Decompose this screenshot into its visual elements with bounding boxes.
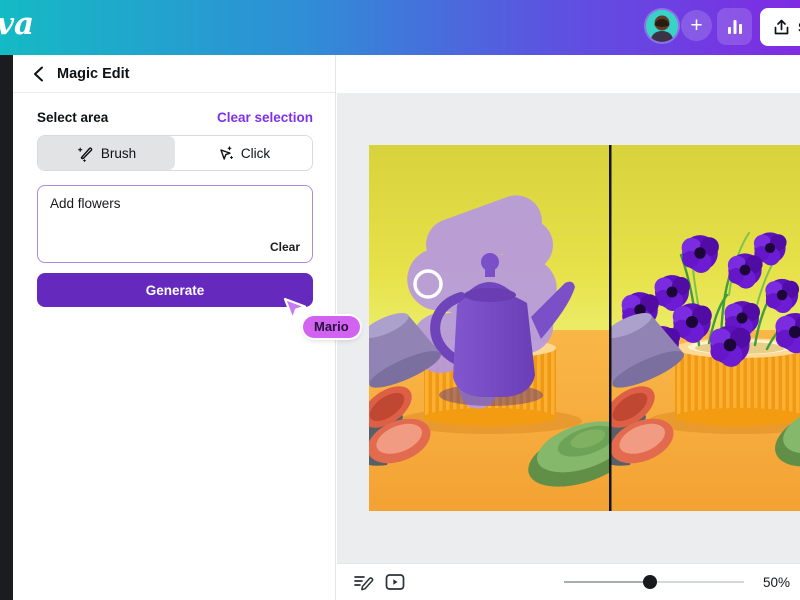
top-bar: va + S (0, 0, 800, 55)
bar-chart-icon (726, 18, 744, 36)
zoom-slider[interactable] (564, 575, 744, 589)
brush-mode-button[interactable]: Brush (38, 136, 175, 170)
canvas-top-strip (337, 55, 800, 93)
panel-title: Magic Edit (57, 66, 130, 82)
zoom-level-label: 50% (758, 575, 790, 590)
share-upload-icon (773, 19, 790, 36)
image-after-half[interactable] (590, 145, 800, 511)
selection-mode-toggle: Brush Click (37, 135, 313, 171)
prompt-field-container: Add flowers Clear (37, 185, 313, 263)
prompt-clear-button[interactable]: Clear (270, 240, 300, 254)
zoom-slider-track[interactable] (650, 581, 744, 583)
share-button[interactable]: S (760, 8, 800, 46)
avatar-image (646, 10, 678, 42)
zoom-slider-thumb[interactable] (643, 575, 657, 589)
click-mode-button[interactable]: Click (175, 136, 312, 170)
present-icon (385, 573, 405, 591)
avatar[interactable] (646, 10, 678, 42)
notes-icon (353, 572, 374, 592)
select-area-label: Select area (37, 110, 108, 125)
split-divider (609, 145, 612, 511)
status-bar: 50% (337, 563, 800, 600)
back-chevron-icon[interactable] (33, 66, 44, 82)
click-mode-label: Click (241, 146, 270, 161)
brush-mode-label: Brush (101, 146, 136, 161)
magic-edit-panel: Magic Edit Select area Clear selection B… (13, 55, 336, 600)
click-cursor-icon (217, 145, 234, 162)
canva-logo[interactable]: va (0, 6, 34, 42)
canvas-area: 50% (337, 55, 800, 600)
plus-icon: + (690, 14, 702, 38)
clear-selection-link[interactable]: Clear selection (217, 110, 313, 125)
image-before-half[interactable] (369, 145, 642, 511)
edit-image[interactable] (369, 145, 800, 511)
workspace (337, 93, 800, 563)
insights-button[interactable] (717, 8, 752, 45)
present-button[interactable] (379, 568, 411, 596)
zoom-slider-track-filled[interactable] (564, 581, 650, 583)
add-member-button[interactable]: + (681, 10, 712, 41)
collapsed-sidebar-rail (0, 55, 13, 600)
generate-button[interactable]: Generate (37, 273, 313, 307)
panel-header: Magic Edit (13, 55, 335, 93)
brush-icon (77, 145, 94, 162)
notes-button[interactable] (347, 568, 379, 596)
